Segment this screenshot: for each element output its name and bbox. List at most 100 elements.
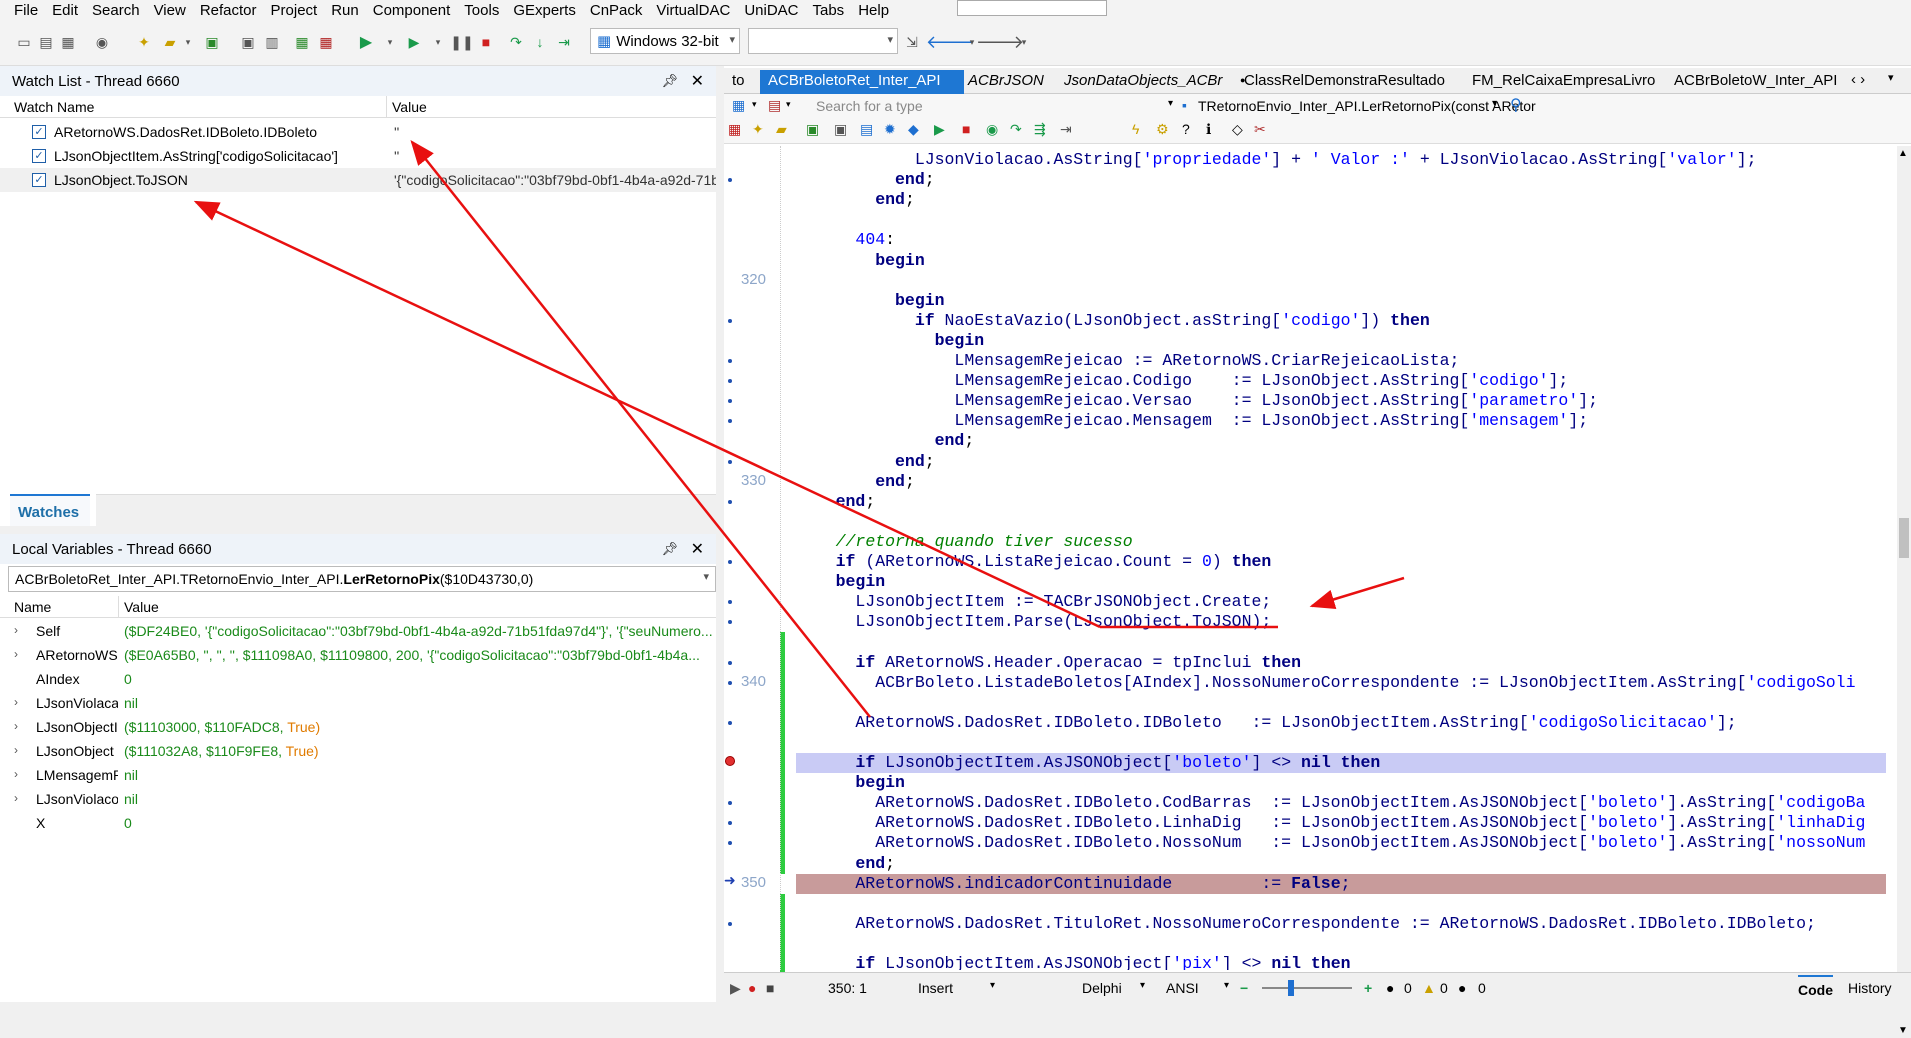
pin-icon[interactable]: 📌︎ bbox=[661, 541, 678, 557]
code-line[interactable]: ARetornoWS.DadosRet.IDBoleto.NossoNum :=… bbox=[796, 833, 1865, 853]
chevron-down-icon[interactable]: ▾ bbox=[752, 99, 757, 110]
pause-icon[interactable]: ❚❚ bbox=[450, 32, 473, 52]
target-icon[interactable]: ◉ bbox=[92, 32, 112, 52]
run-to-cursor-icon[interactable]: ⇥ bbox=[554, 32, 574, 52]
remove-from-project-icon[interactable]: ▦ bbox=[316, 32, 336, 52]
tab-acbrboletoret-inter-api[interactable]: ACBrBoletoRet_Inter_API bbox=[760, 70, 964, 94]
local-var-row[interactable]: › LJsonObject ($111032A8, $110F9FE8, True) bbox=[0, 740, 716, 764]
zoom-in-icon[interactable]: + bbox=[1364, 980, 1372, 996]
open-folder-icon[interactable]: ▰ bbox=[160, 32, 180, 52]
code-line[interactable]: LJsonViolacao.AsString['propriedade'] + … bbox=[796, 150, 1757, 170]
chevron-down-icon[interactable]: ▾ bbox=[786, 99, 791, 110]
zoom-slider[interactable] bbox=[1262, 987, 1352, 989]
history-tab[interactable]: History bbox=[1848, 980, 1892, 996]
code-line[interactable]: ACBrBoleto.ListadeBoletos[AIndex].NossoN… bbox=[796, 673, 1855, 693]
new-icon[interactable]: ✦ bbox=[752, 121, 764, 138]
tab-acbrboletow-inter-api[interactable]: ACBrBoletoW_Inter_API bbox=[1666, 70, 1845, 94]
code-line[interactable]: LJsonObjectItem := TACBrJSONObject.Creat… bbox=[796, 592, 1271, 612]
breakpoint-dot-icon[interactable] bbox=[728, 499, 732, 504]
code-tab[interactable]: Code bbox=[1798, 975, 1833, 998]
breakpoint-dot-icon[interactable] bbox=[728, 359, 732, 363]
code-line[interactable]: end; bbox=[796, 472, 915, 492]
breakpoint-dot-icon[interactable] bbox=[728, 399, 732, 404]
code-line[interactable]: //retorna quando tiver sucesso bbox=[796, 532, 1133, 552]
save-icon[interactable]: ▣ bbox=[202, 32, 222, 52]
menu-project[interactable]: Project bbox=[271, 2, 318, 19]
watch-row[interactable]: ✓ ARetornoWS.DadosRet.IDBoleto.IDBoleto … bbox=[0, 120, 716, 144]
enabled-checkbox[interactable]: ✓ bbox=[32, 125, 46, 139]
local-var-row[interactable]: › LJsonObjectItem ($11103000, $110FADC8, T… bbox=[0, 716, 716, 740]
encoding-selector[interactable]: ANSI bbox=[1166, 980, 1199, 996]
vertical-scrollbar[interactable]: ▲ ▼ bbox=[1897, 146, 1911, 1038]
trace-into-icon[interactable]: ↓ bbox=[530, 32, 550, 52]
close-icon[interactable]: ✕ bbox=[691, 539, 704, 559]
scroll-tabs-icon[interactable]: ‹ › bbox=[1851, 71, 1865, 88]
breakpoint-dot-icon[interactable] bbox=[728, 660, 732, 665]
expand-chevron-icon[interactable]: › bbox=[14, 719, 18, 733]
local-var-row[interactable]: › LJsonViolacoes nil bbox=[0, 788, 716, 812]
chevron-down-icon[interactable]: ▾ bbox=[428, 32, 448, 52]
code-text[interactable]: LJsonViolacao.AsString['propriedade'] + … bbox=[796, 146, 1886, 970]
col-watch-name[interactable]: Watch Name bbox=[14, 99, 94, 115]
menu-unidac[interactable]: UniDAC bbox=[744, 2, 798, 19]
menu-file[interactable]: File bbox=[14, 2, 38, 19]
tab-partial[interactable]: to bbox=[724, 70, 753, 94]
expand-chevron-icon[interactable]: › bbox=[14, 767, 18, 781]
chevron-down-icon[interactable]: ▾ bbox=[1168, 98, 1173, 109]
drop-icon[interactable]: ◆ bbox=[908, 121, 919, 138]
settings-icon[interactable]: ✹ bbox=[884, 121, 896, 138]
breakpoint-dot-icon[interactable] bbox=[728, 459, 732, 464]
menu-edit[interactable]: Edit bbox=[52, 2, 78, 19]
tab-acbrjson[interactable]: ACBrJSON bbox=[960, 70, 1052, 94]
chevron-down-icon[interactable]: ▾ bbox=[1140, 980, 1145, 991]
tab-classreldemonstraresultado[interactable]: ClassRelDemonstraResultado bbox=[1236, 70, 1453, 94]
class-icon[interactable]: ▤ bbox=[768, 97, 781, 114]
breakpoint-dot-icon[interactable] bbox=[728, 921, 732, 926]
code-line[interactable]: if ARetornoWS.Header.Operacao = tpInclui… bbox=[796, 653, 1301, 673]
code-line[interactable]: if LJsonObjectItem.AsJSONObject['boleto'… bbox=[796, 753, 1886, 773]
open-project-icon[interactable]: ▤ bbox=[36, 32, 56, 52]
breakpoint-icon[interactable] bbox=[725, 756, 735, 766]
expand-chevron-icon[interactable]: › bbox=[14, 623, 18, 637]
run-to-icon[interactable]: ⇥ bbox=[1060, 121, 1072, 138]
code-line[interactable]: LMensagemRejeicao.Codigo := LJsonObject.… bbox=[796, 371, 1568, 391]
info-icon[interactable]: ℹ bbox=[1206, 121, 1211, 138]
scroll-down-icon[interactable]: ▼ bbox=[1898, 1025, 1908, 1036]
code-line[interactable]: if NaoEstaVazio(LJsonObject.asString['co… bbox=[796, 311, 1430, 331]
scrollbar-thumb[interactable] bbox=[1899, 518, 1909, 558]
code-line[interactable]: LMensagemRejeicao.Versao := LJsonObject.… bbox=[796, 391, 1598, 411]
menu-virtualdac[interactable]: VirtualDAC bbox=[656, 2, 730, 19]
code-line[interactable]: ARetornoWS.DadosRet.IDBoleto.IDBoleto :=… bbox=[796, 713, 1736, 733]
code-line[interactable]: end; bbox=[796, 431, 975, 451]
code-line[interactable]: LJsonObjectItem.Parse(LJsonObject.ToJSON… bbox=[796, 612, 1271, 632]
code-line[interactable]: ARetornoWS.DadosRet.TituloRet.NossoNumer… bbox=[796, 914, 1815, 934]
code-line[interactable]: end; bbox=[796, 492, 876, 512]
chevron-down-icon[interactable]: ▾ bbox=[1014, 32, 1034, 52]
method-selector[interactable]: TRetornoEnvio_Inter_API.LerRetornoPix(co… bbox=[1198, 98, 1536, 114]
breakpoint-dot-icon[interactable] bbox=[728, 379, 732, 384]
add-to-project-icon[interactable]: ▦ bbox=[292, 32, 312, 52]
menu-component[interactable]: Component bbox=[373, 2, 451, 19]
language-selector[interactable]: Delphi bbox=[1082, 980, 1122, 996]
breakpoint-dot-icon[interactable] bbox=[728, 620, 732, 625]
menu-help[interactable]: Help bbox=[858, 2, 889, 19]
zoom-slider-thumb[interactable] bbox=[1288, 980, 1294, 996]
save-all-icon[interactable]: ▣ bbox=[834, 121, 847, 138]
code-line[interactable]: end; bbox=[796, 170, 935, 190]
expand-chevron-icon[interactable]: › bbox=[14, 695, 18, 709]
col-value[interactable]: Value bbox=[392, 99, 427, 115]
stop-icon[interactable]: ■ bbox=[766, 980, 774, 996]
menu-run[interactable]: Run bbox=[331, 2, 359, 19]
build-config-selector[interactable]: ▾ bbox=[748, 28, 898, 54]
chevron-down-icon[interactable]: ▾ bbox=[178, 32, 198, 52]
tab-fm-relcaixaempresalivro[interactable]: FM_RelCaixaEmpresaLivro bbox=[1464, 70, 1663, 94]
expand-chevron-icon[interactable]: › bbox=[14, 743, 18, 757]
configure-icon[interactable]: ⇲ bbox=[902, 32, 922, 52]
stack-frame-selector[interactable]: ACBrBoletoRet_Inter_API.TRetornoEnvio_In… bbox=[8, 566, 716, 592]
col-value[interactable]: Value bbox=[124, 599, 159, 615]
local-var-row[interactable]: X0 bbox=[0, 812, 716, 836]
breakpoint-dot-icon[interactable] bbox=[728, 680, 732, 685]
breakpoint-dot-icon[interactable] bbox=[728, 821, 732, 826]
run-icon[interactable]: ▶ bbox=[356, 32, 376, 52]
code-line[interactable]: begin bbox=[796, 572, 886, 592]
